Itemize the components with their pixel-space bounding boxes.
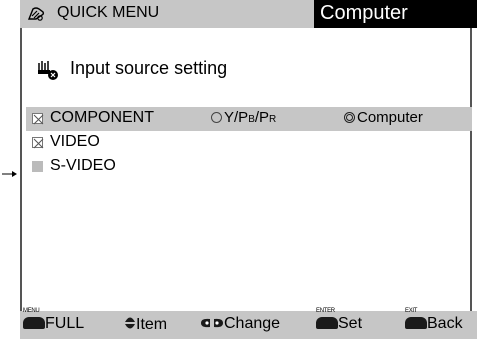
source-label-svideo: S-VIDEO — [50, 157, 116, 174]
section-title: Input source setting — [70, 58, 228, 78]
checkbox-svideo[interactable] — [32, 161, 43, 172]
option-computer[interactable]: Computer — [344, 109, 423, 126]
leftright-key-icon — [201, 318, 223, 328]
key-guide-bar: MENU FULL Item Change ENTER Set EXIT Back — [20, 308, 477, 339]
current-source-box: Computer — [314, 0, 477, 28]
exit-key-icon: EXIT — [405, 308, 427, 329]
source-label-component: COMPONENT — [50, 109, 154, 126]
source-row-svideo[interactable]: S-VIDEO — [26, 155, 472, 179]
radio-selected-icon — [344, 112, 355, 123]
source-row-video[interactable]: VIDEO — [26, 131, 472, 155]
hint-change[interactable]: Change — [200, 315, 280, 333]
hint-set[interactable]: ENTER Set — [316, 308, 362, 333]
hint-item[interactable]: Item — [124, 315, 167, 334]
radio-icon — [211, 112, 222, 123]
enter-key-icon: ENTER — [316, 308, 338, 329]
tv-menu-icon — [27, 7, 45, 21]
menu-title: QUICK MENU — [57, 4, 160, 21]
input-source-icon — [38, 61, 58, 80]
source-label-video: VIDEO — [50, 133, 100, 150]
checkbox-component[interactable] — [32, 113, 44, 125]
hint-back[interactable]: EXIT Back — [405, 308, 463, 333]
quick-menu-header: QUICK MENU Computer — [20, 0, 477, 28]
source-row-component[interactable]: COMPONENT Y/PB/PR Computer — [26, 107, 472, 131]
option-ypbpr[interactable]: Y/PB/PR — [211, 109, 276, 126]
updown-key-icon — [125, 317, 135, 329]
current-source-label: Computer — [320, 2, 408, 24]
arrow-pointer-icon — [2, 171, 17, 177]
hint-full[interactable]: MENU FULL — [23, 308, 84, 333]
checkbox-video[interactable] — [32, 137, 44, 149]
menu-key-icon: MENU — [23, 308, 45, 329]
